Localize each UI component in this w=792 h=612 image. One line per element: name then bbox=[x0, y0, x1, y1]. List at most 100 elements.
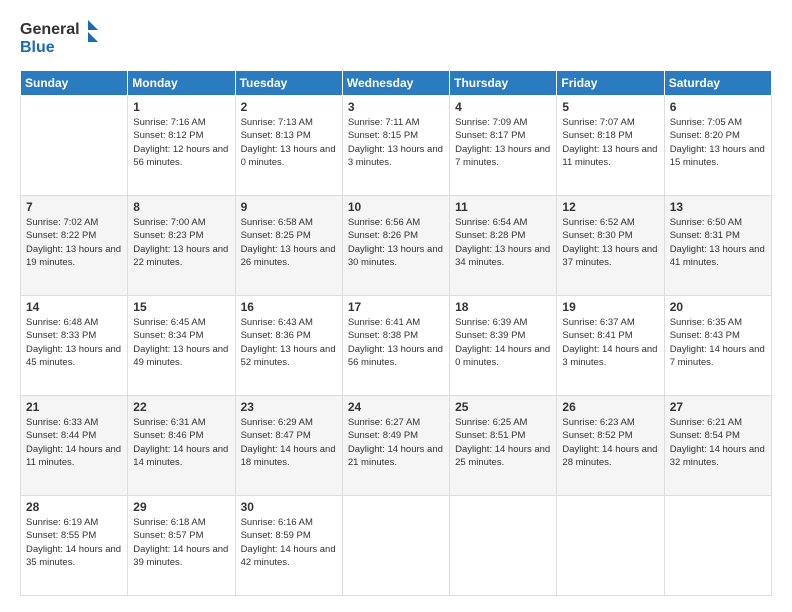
weekday-header-sunday: Sunday bbox=[21, 71, 128, 96]
day-number: 7 bbox=[26, 200, 122, 214]
calendar-cell bbox=[450, 496, 557, 596]
day-info: Sunrise: 6:43 AM Sunset: 8:36 PM Dayligh… bbox=[241, 316, 337, 369]
day-info: Sunrise: 7:09 AM Sunset: 8:17 PM Dayligh… bbox=[455, 116, 551, 169]
calendar-cell: 14 Sunrise: 6:48 AM Sunset: 8:33 PM Dayli… bbox=[21, 296, 128, 396]
day-number: 3 bbox=[348, 100, 444, 114]
day-number: 4 bbox=[455, 100, 551, 114]
calendar-cell: 29Sunrise: 6:18 AM Sunset: 8:57 PM Dayli… bbox=[128, 496, 235, 596]
calendar-cell bbox=[664, 496, 771, 596]
day-number: 18 bbox=[455, 300, 551, 314]
weekday-header-monday: Monday bbox=[128, 71, 235, 96]
calendar-cell: 22 Sunrise: 6:31 AM Sunset: 8:46 PM Dayli… bbox=[128, 396, 235, 496]
calendar-cell: 27 Sunrise: 6:21 AM Sunset: 8:54 PM Dayli… bbox=[664, 396, 771, 496]
calendar-header: SundayMondayTuesdayWednesdayThursdayFrid… bbox=[21, 71, 772, 96]
calendar-cell: 21 Sunrise: 6:33 AM Sunset: 8:44 PM Dayli… bbox=[21, 396, 128, 496]
calendar-cell bbox=[342, 496, 449, 596]
calendar-body: 1Sunrise: 7:16 AM Sunset: 8:12 PM Daylig… bbox=[21, 96, 772, 596]
day-number: 9 bbox=[241, 200, 337, 214]
day-number: 22 bbox=[133, 400, 229, 414]
calendar-cell: 28Sunrise: 6:19 AM Sunset: 8:55 PM Dayli… bbox=[21, 496, 128, 596]
week-row-3: 14 Sunrise: 6:48 AM Sunset: 8:33 PM Dayli… bbox=[21, 296, 772, 396]
calendar-cell: 6 Sunrise: 7:05 AM Sunset: 8:20 PM Daylig… bbox=[664, 96, 771, 196]
day-info: Sunrise: 6:41 AM Sunset: 8:38 PM Dayligh… bbox=[348, 316, 444, 369]
day-info: Sunrise: 6:45 AM Sunset: 8:34 PM Dayligh… bbox=[133, 316, 229, 369]
calendar-cell: 3 Sunrise: 7:11 AM Sunset: 8:15 PM Daylig… bbox=[342, 96, 449, 196]
day-info: Sunrise: 6:23 AM Sunset: 8:52 PM Dayligh… bbox=[562, 416, 658, 469]
day-info: Sunrise: 7:07 AM Sunset: 8:18 PM Dayligh… bbox=[562, 116, 658, 169]
day-info: Sunrise: 6:19 AM Sunset: 8:55 PM Dayligh… bbox=[26, 516, 122, 569]
week-row-1: 1Sunrise: 7:16 AM Sunset: 8:12 PM Daylig… bbox=[21, 96, 772, 196]
calendar-cell: 5 Sunrise: 7:07 AM Sunset: 8:18 PM Daylig… bbox=[557, 96, 664, 196]
calendar-cell: 19Sunrise: 6:37 AM Sunset: 8:41 PM Dayli… bbox=[557, 296, 664, 396]
day-info: Sunrise: 6:16 AM Sunset: 8:59 PM Dayligh… bbox=[241, 516, 337, 569]
week-row-5: 28Sunrise: 6:19 AM Sunset: 8:55 PM Dayli… bbox=[21, 496, 772, 596]
day-info: Sunrise: 6:29 AM Sunset: 8:47 PM Dayligh… bbox=[241, 416, 337, 469]
day-number: 16 bbox=[241, 300, 337, 314]
day-number: 27 bbox=[670, 400, 766, 414]
calendar-cell: 8Sunrise: 7:00 AM Sunset: 8:23 PM Daylig… bbox=[128, 196, 235, 296]
weekday-header-tuesday: Tuesday bbox=[235, 71, 342, 96]
calendar-cell: 10Sunrise: 6:56 AM Sunset: 8:26 PM Dayli… bbox=[342, 196, 449, 296]
day-number: 11 bbox=[455, 200, 551, 214]
day-number: 5 bbox=[562, 100, 658, 114]
logo-svg: GeneralBlue bbox=[20, 16, 100, 60]
calendar-cell: 24 Sunrise: 6:27 AM Sunset: 8:49 PM Dayli… bbox=[342, 396, 449, 496]
calendar-cell: 25Sunrise: 6:25 AM Sunset: 8:51 PM Dayli… bbox=[450, 396, 557, 496]
day-number: 15 bbox=[133, 300, 229, 314]
calendar-cell: 18 Sunrise: 6:39 AM Sunset: 8:39 PM Dayli… bbox=[450, 296, 557, 396]
page: GeneralBlue SundayMondayTuesdayWednesday… bbox=[0, 0, 792, 612]
day-info: Sunrise: 7:02 AM Sunset: 8:22 PM Dayligh… bbox=[26, 216, 122, 269]
day-info: Sunrise: 7:13 AM Sunset: 8:13 PM Dayligh… bbox=[241, 116, 337, 169]
day-number: 29 bbox=[133, 500, 229, 514]
day-number: 23 bbox=[241, 400, 337, 414]
header: GeneralBlue bbox=[20, 16, 772, 60]
weekday-header-thursday: Thursday bbox=[450, 71, 557, 96]
day-info: Sunrise: 6:48 AM Sunset: 8:33 PM Dayligh… bbox=[26, 316, 122, 369]
day-info: Sunrise: 6:56 AM Sunset: 8:26 PM Dayligh… bbox=[348, 216, 444, 269]
day-number: 12 bbox=[562, 200, 658, 214]
day-number: 20 bbox=[670, 300, 766, 314]
day-info: Sunrise: 6:50 AM Sunset: 8:31 PM Dayligh… bbox=[670, 216, 766, 269]
calendar-cell: 20 Sunrise: 6:35 AM Sunset: 8:43 PM Dayli… bbox=[664, 296, 771, 396]
day-info: Sunrise: 6:35 AM Sunset: 8:43 PM Dayligh… bbox=[670, 316, 766, 369]
week-row-4: 21 Sunrise: 6:33 AM Sunset: 8:44 PM Dayli… bbox=[21, 396, 772, 496]
day-info: Sunrise: 7:11 AM Sunset: 8:15 PM Dayligh… bbox=[348, 116, 444, 169]
calendar-cell bbox=[557, 496, 664, 596]
calendar-cell: 17 Sunrise: 6:41 AM Sunset: 8:38 PM Dayli… bbox=[342, 296, 449, 396]
calendar-cell: 9 Sunrise: 6:58 AM Sunset: 8:25 PM Daylig… bbox=[235, 196, 342, 296]
day-number: 17 bbox=[348, 300, 444, 314]
day-info: Sunrise: 6:31 AM Sunset: 8:46 PM Dayligh… bbox=[133, 416, 229, 469]
day-info: Sunrise: 7:16 AM Sunset: 8:12 PM Dayligh… bbox=[133, 116, 229, 169]
calendar-cell: 23 Sunrise: 6:29 AM Sunset: 8:47 PM Dayli… bbox=[235, 396, 342, 496]
day-info: Sunrise: 6:25 AM Sunset: 8:51 PM Dayligh… bbox=[455, 416, 551, 469]
day-info: Sunrise: 7:00 AM Sunset: 8:23 PM Dayligh… bbox=[133, 216, 229, 269]
day-info: Sunrise: 6:54 AM Sunset: 8:28 PM Dayligh… bbox=[455, 216, 551, 269]
calendar-cell: 7 Sunrise: 7:02 AM Sunset: 8:22 PM Daylig… bbox=[21, 196, 128, 296]
calendar-cell: 13 Sunrise: 6:50 AM Sunset: 8:31 PM Dayli… bbox=[664, 196, 771, 296]
svg-text:General: General bbox=[20, 21, 80, 38]
weekday-header-wednesday: Wednesday bbox=[342, 71, 449, 96]
day-info: Sunrise: 6:21 AM Sunset: 8:54 PM Dayligh… bbox=[670, 416, 766, 469]
calendar-cell: 30Sunrise: 6:16 AM Sunset: 8:59 PM Dayli… bbox=[235, 496, 342, 596]
day-info: Sunrise: 6:27 AM Sunset: 8:49 PM Dayligh… bbox=[348, 416, 444, 469]
weekday-header-friday: Friday bbox=[557, 71, 664, 96]
day-info: Sunrise: 6:39 AM Sunset: 8:39 PM Dayligh… bbox=[455, 316, 551, 369]
logo: GeneralBlue bbox=[20, 16, 100, 60]
day-info: Sunrise: 6:58 AM Sunset: 8:25 PM Dayligh… bbox=[241, 216, 337, 269]
calendar-cell: 26 Sunrise: 6:23 AM Sunset: 8:52 PM Dayli… bbox=[557, 396, 664, 496]
day-number: 21 bbox=[26, 400, 122, 414]
calendar-cell: 16 Sunrise: 6:43 AM Sunset: 8:36 PM Dayli… bbox=[235, 296, 342, 396]
calendar-cell: 2Sunrise: 7:13 AM Sunset: 8:13 PM Daylig… bbox=[235, 96, 342, 196]
day-number: 14 bbox=[26, 300, 122, 314]
day-info: Sunrise: 7:05 AM Sunset: 8:20 PM Dayligh… bbox=[670, 116, 766, 169]
day-number: 6 bbox=[670, 100, 766, 114]
day-number: 13 bbox=[670, 200, 766, 214]
calendar-cell bbox=[21, 96, 128, 196]
day-number: 24 bbox=[348, 400, 444, 414]
week-row-2: 7 Sunrise: 7:02 AM Sunset: 8:22 PM Daylig… bbox=[21, 196, 772, 296]
day-info: Sunrise: 6:33 AM Sunset: 8:44 PM Dayligh… bbox=[26, 416, 122, 469]
day-number: 26 bbox=[562, 400, 658, 414]
day-number: 19 bbox=[562, 300, 658, 314]
calendar-cell: 4 Sunrise: 7:09 AM Sunset: 8:17 PM Daylig… bbox=[450, 96, 557, 196]
weekday-row: SundayMondayTuesdayWednesdayThursdayFrid… bbox=[21, 71, 772, 96]
